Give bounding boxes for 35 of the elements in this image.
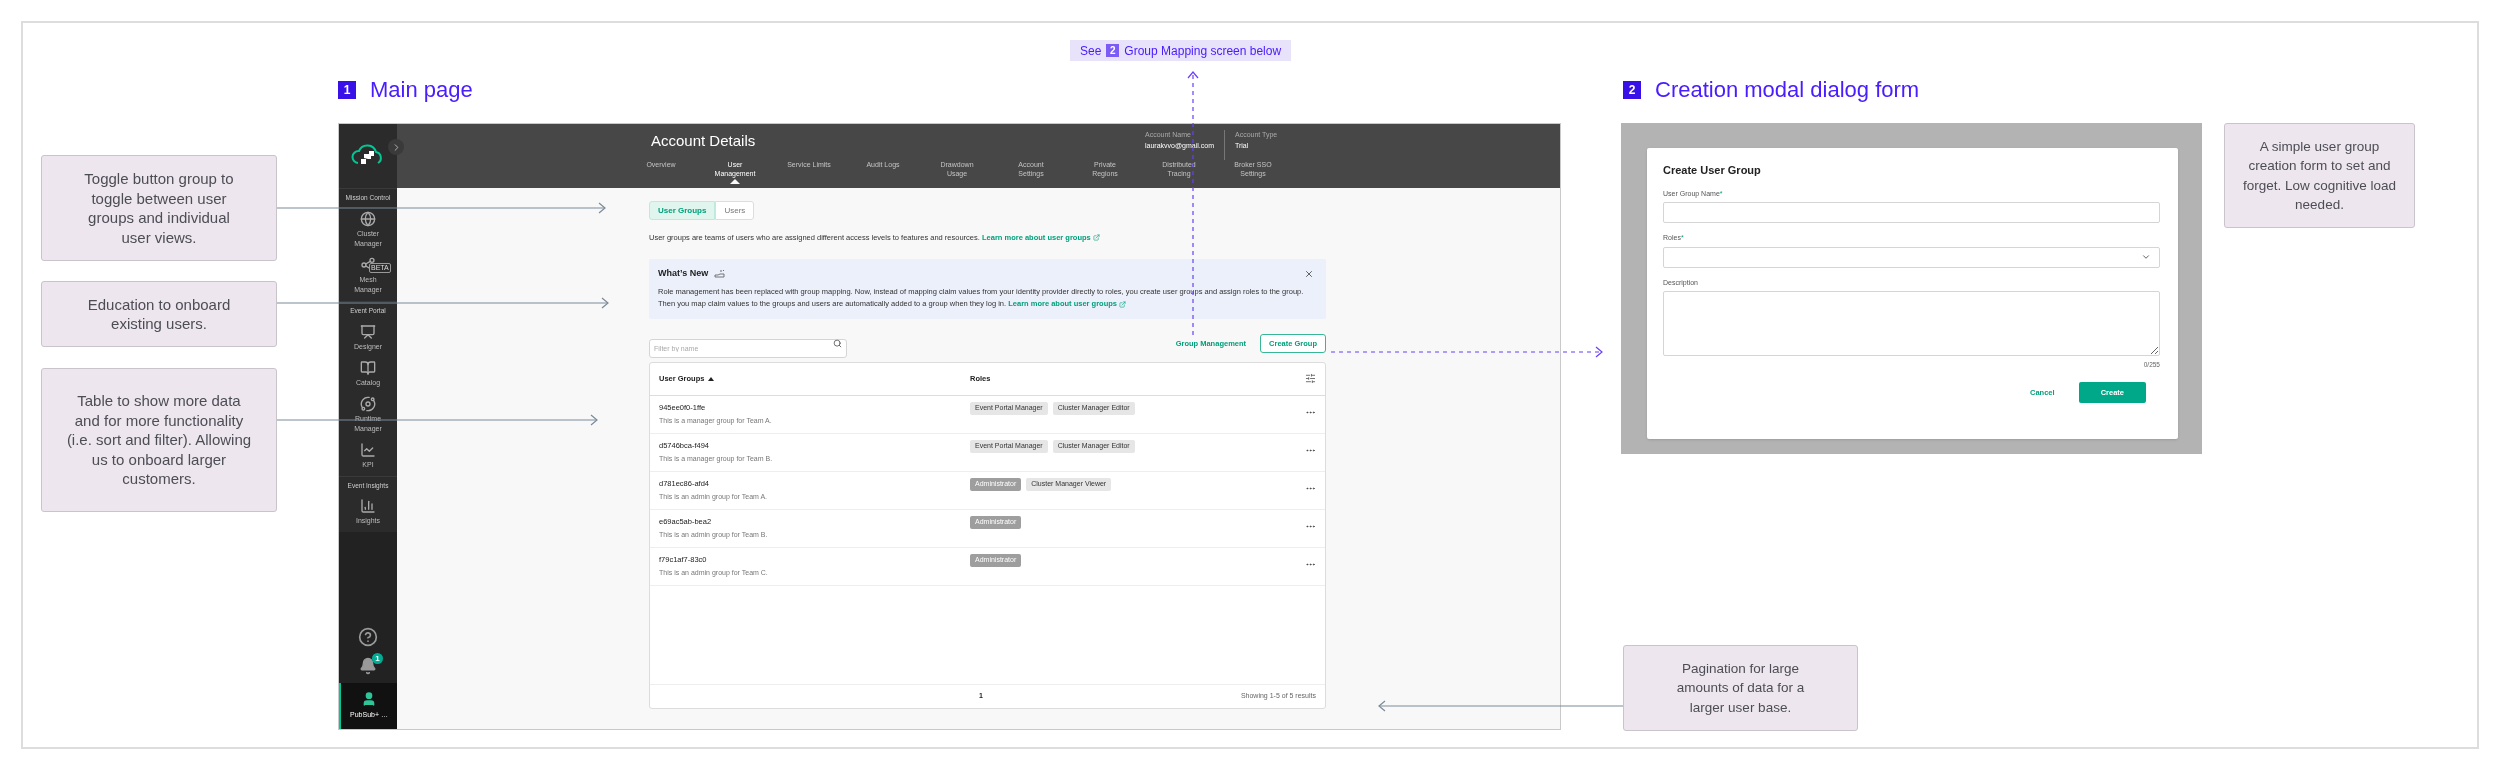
view-toggle[interactable]: Users <box>715 201 755 220</box>
callout-note: Table to show more data and for more functionality (i.e. sort and filter). Allowing us to onboard larger customers. <box>41 368 277 512</box>
page-title: Account Details <box>651 131 757 151</box>
callout-note: Education to onboard existing users. <box>41 281 277 347</box>
sort-ascending-icon[interactable] <box>708 376 715 381</box>
callout-note: A simple user group creation form to set and forget. Low cognitive load needed. <box>2224 123 2415 228</box>
notification-count: 1 <box>372 653 383 664</box>
view-toggle[interactable]: User Groups <box>649 201 716 220</box>
section-number: 2 <box>1623 80 1641 99</box>
description-field[interactable] <box>1663 291 2160 356</box>
notification-bell-icon[interactable] <box>359 657 377 675</box>
sidebar-item-icon <box>360 323 376 340</box>
section-title: Creation modal dialog form <box>1655 76 1920 104</box>
hand-sparkle-icon <box>714 269 727 279</box>
search-icon <box>833 338 842 348</box>
sidebar-item-icon <box>360 498 376 515</box>
chevron-down-icon <box>2141 252 2151 262</box>
external-link-icon <box>1092 234 1100 242</box>
close-icon[interactable] <box>1304 269 1314 280</box>
sidebar-item-icon <box>360 395 376 412</box>
dialog-title: Create User Group <box>1663 163 1762 178</box>
help-icon[interactable] <box>358 627 378 647</box>
reference-tag: See 2 Group Mapping screen below <box>1070 40 1292 61</box>
user-icon <box>361 691 377 708</box>
column-settings-icon[interactable] <box>1305 373 1316 385</box>
callout-note: Toggle button group to toggle between user groups and individual user views. <box>41 155 277 261</box>
sidebar-item-icon <box>360 210 376 227</box>
callout-note: Pagination for large amounts of data for a larger user base. <box>1623 645 1858 731</box>
group-name-field[interactable] <box>1663 202 2160 223</box>
section-number: 1 <box>338 80 356 99</box>
banner-title: What’s New <box>658 267 709 281</box>
external-link-icon <box>1119 301 1126 308</box>
section-title: Main page <box>370 76 473 104</box>
sidebar-item-icon <box>360 359 376 376</box>
sidebar-item-icon <box>360 441 376 458</box>
